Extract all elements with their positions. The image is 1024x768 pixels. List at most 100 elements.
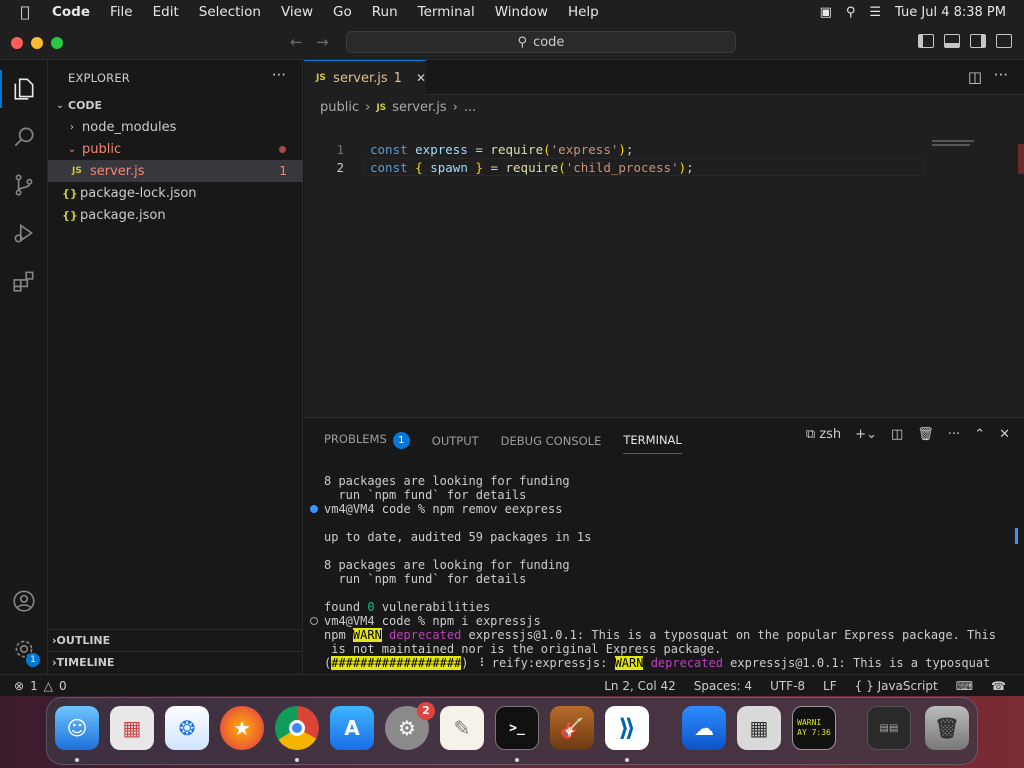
- tree-item-public[interactable]: ⌄ public: [48, 138, 303, 160]
- chrome-icon[interactable]: [275, 706, 319, 750]
- command-decoration-icon[interactable]: [310, 617, 318, 625]
- spotlight-icon[interactable]: ⚲: [846, 5, 856, 20]
- calculator-icon[interactable]: ▦: [737, 706, 781, 750]
- chevron-up-icon[interactable]: ⌃: [974, 427, 985, 442]
- weather-icon[interactable]: ☁: [682, 706, 726, 750]
- menu-file[interactable]: File: [100, 4, 143, 20]
- control-center-icon[interactable]: ☰: [869, 5, 881, 20]
- launchpad-icon[interactable]: ▦: [110, 706, 154, 750]
- tree-item-node-modules[interactable]: › node_modules: [48, 116, 303, 138]
- vscode-icon[interactable]: ⟫: [605, 706, 649, 750]
- warning-count: 0: [58, 678, 67, 693]
- tree-item-label: server.js: [90, 163, 145, 179]
- trash-icon[interactable]: 🗑: [925, 706, 969, 750]
- terminal-line: up to date, audited 59 packages in 1s: [324, 530, 592, 544]
- split-editor-icon[interactable]: ◫: [968, 68, 982, 86]
- accounts-icon[interactable]: [0, 581, 48, 621]
- tab-label: server.js: [333, 70, 388, 86]
- code-line-1[interactable]: 1 const express = require('express');: [304, 140, 924, 158]
- more-actions-icon[interactable]: ···: [948, 427, 960, 442]
- menu-view[interactable]: View: [271, 4, 323, 20]
- outline-section[interactable]: › OUTLINE: [48, 629, 303, 651]
- toggle-primary-sidebar-icon[interactable]: [918, 34, 934, 48]
- tab-problems[interactable]: PROBLEMS 1: [324, 432, 410, 449]
- terminal-scroll-marker: [1015, 528, 1018, 544]
- search-icon[interactable]: [0, 117, 48, 157]
- zoom-window-button[interactable]: [51, 37, 63, 49]
- toggle-secondary-sidebar-icon[interactable]: [970, 34, 986, 48]
- breadcrumb-symbol[interactable]: ...: [464, 100, 476, 115]
- menu-edit[interactable]: Edit: [143, 4, 189, 20]
- terminal-line: 8 packages are looking for funding: [324, 474, 570, 488]
- customize-layout-icon[interactable]: [996, 34, 1012, 48]
- tree-item-package-json[interactable]: {} package.json: [48, 204, 303, 226]
- safari-icon[interactable]: ❂: [165, 706, 209, 750]
- breadcrumb-folder[interactable]: public: [320, 100, 359, 115]
- menu-window[interactable]: Window: [485, 4, 558, 20]
- tab-terminal[interactable]: TERMINAL: [623, 433, 682, 454]
- manage-gear-icon[interactable]: 1: [0, 629, 48, 669]
- line-ending[interactable]: LF: [823, 679, 837, 693]
- terminal-app-icon[interactable]: >_: [495, 706, 539, 750]
- timeline-section[interactable]: › TIMELINE: [48, 651, 303, 673]
- menu-help[interactable]: Help: [558, 4, 609, 20]
- more-actions-icon[interactable]: ···: [272, 66, 286, 84]
- tree-item-server-js[interactable]: JS server.js 1: [48, 160, 303, 182]
- code-token: =: [482, 159, 506, 175]
- tab-debug-console[interactable]: DEBUG CONSOLE: [501, 434, 602, 448]
- apple-icon[interactable]: : [8, 3, 42, 21]
- language-mode[interactable]: { } JavaScript: [855, 679, 938, 693]
- console-app-icon[interactable]: WARNI AY 7:36: [792, 706, 836, 750]
- minimize-window-button[interactable]: [31, 37, 43, 49]
- forward-arrow-icon[interactable]: →: [316, 33, 329, 51]
- app-store-icon[interactable]: A: [330, 706, 374, 750]
- new-terminal-icon[interactable]: +⌄: [855, 427, 877, 442]
- tree-item-package-lock-json[interactable]: {} package-lock.json: [48, 182, 303, 204]
- error-icon: ⊗: [14, 678, 25, 693]
- source-control-icon[interactable]: [0, 165, 48, 205]
- tab-server-js[interactable]: JS server.js 1 ✕: [304, 60, 426, 95]
- terminal-line: 8 packages are looking for funding: [324, 558, 570, 572]
- explorer-icon[interactable]: [0, 69, 48, 109]
- command-decoration-icon[interactable]: [310, 505, 318, 513]
- menu-go[interactable]: Go: [323, 4, 362, 20]
- extensions-icon[interactable]: [0, 261, 48, 301]
- finder-icon[interactable]: ☺: [55, 706, 99, 750]
- minimap[interactable]: [932, 140, 974, 146]
- code-line-2[interactable]: 2 const { spawn } = require('child_proce…: [304, 158, 924, 176]
- copilot-icon[interactable]: ⌨: [956, 679, 973, 693]
- screen-mirroring-icon[interactable]: ▣: [820, 5, 832, 20]
- more-actions-icon[interactable]: ···: [994, 66, 1008, 84]
- menubar-clock[interactable]: Tue Jul 4 8:38 PM: [895, 5, 1006, 20]
- terminal-output[interactable]: 8 packages are looking for funding run `…: [310, 474, 1014, 670]
- encoding[interactable]: UTF-8: [770, 679, 805, 693]
- back-arrow-icon[interactable]: ←: [290, 33, 303, 51]
- menu-run[interactable]: Run: [362, 4, 408, 20]
- run-and-debug-icon[interactable]: [0, 213, 48, 253]
- menu-app-name[interactable]: Code: [42, 4, 100, 20]
- textedit-icon[interactable]: ✎: [440, 706, 484, 750]
- downloads-stack-icon[interactable]: ▤▤: [867, 706, 911, 750]
- breadcrumb-file[interactable]: server.js: [392, 100, 446, 115]
- close-window-button[interactable]: [11, 37, 23, 49]
- timeline-label: TIMELINE: [56, 656, 115, 669]
- system-settings-icon[interactable]: ⚙ 2: [385, 702, 435, 750]
- split-terminal-icon[interactable]: ◫: [891, 427, 903, 442]
- problems-status[interactable]: ⊗ 1 △ 0: [0, 679, 67, 693]
- garageband-icon[interactable]: 🎸: [550, 706, 594, 750]
- menu-terminal[interactable]: Terminal: [408, 4, 485, 20]
- toggle-panel-icon[interactable]: [944, 34, 960, 48]
- firefox-icon[interactable]: ★: [220, 706, 264, 750]
- terminal-shell-selector[interactable]: ⧉ zsh: [806, 427, 841, 442]
- indentation[interactable]: Spaces: 4: [694, 679, 752, 693]
- close-icon[interactable]: ✕: [999, 427, 1010, 442]
- command-center[interactable]: ⚲ code: [346, 31, 736, 53]
- menu-selection[interactable]: Selection: [189, 4, 271, 20]
- cursor-position[interactable]: Ln 2, Col 42: [604, 679, 676, 693]
- notifications-bell-icon[interactable]: ☎: [991, 679, 1006, 693]
- folder-root-code[interactable]: ⌄ CODE: [48, 94, 303, 116]
- close-icon[interactable]: ✕: [416, 71, 426, 85]
- tab-output[interactable]: OUTPUT: [432, 434, 479, 448]
- trash-icon[interactable]: 🗑: [917, 427, 934, 442]
- bottom-panel: PROBLEMS 1 OUTPUT DEBUG CONSOLE TERMINAL …: [304, 417, 1024, 674]
